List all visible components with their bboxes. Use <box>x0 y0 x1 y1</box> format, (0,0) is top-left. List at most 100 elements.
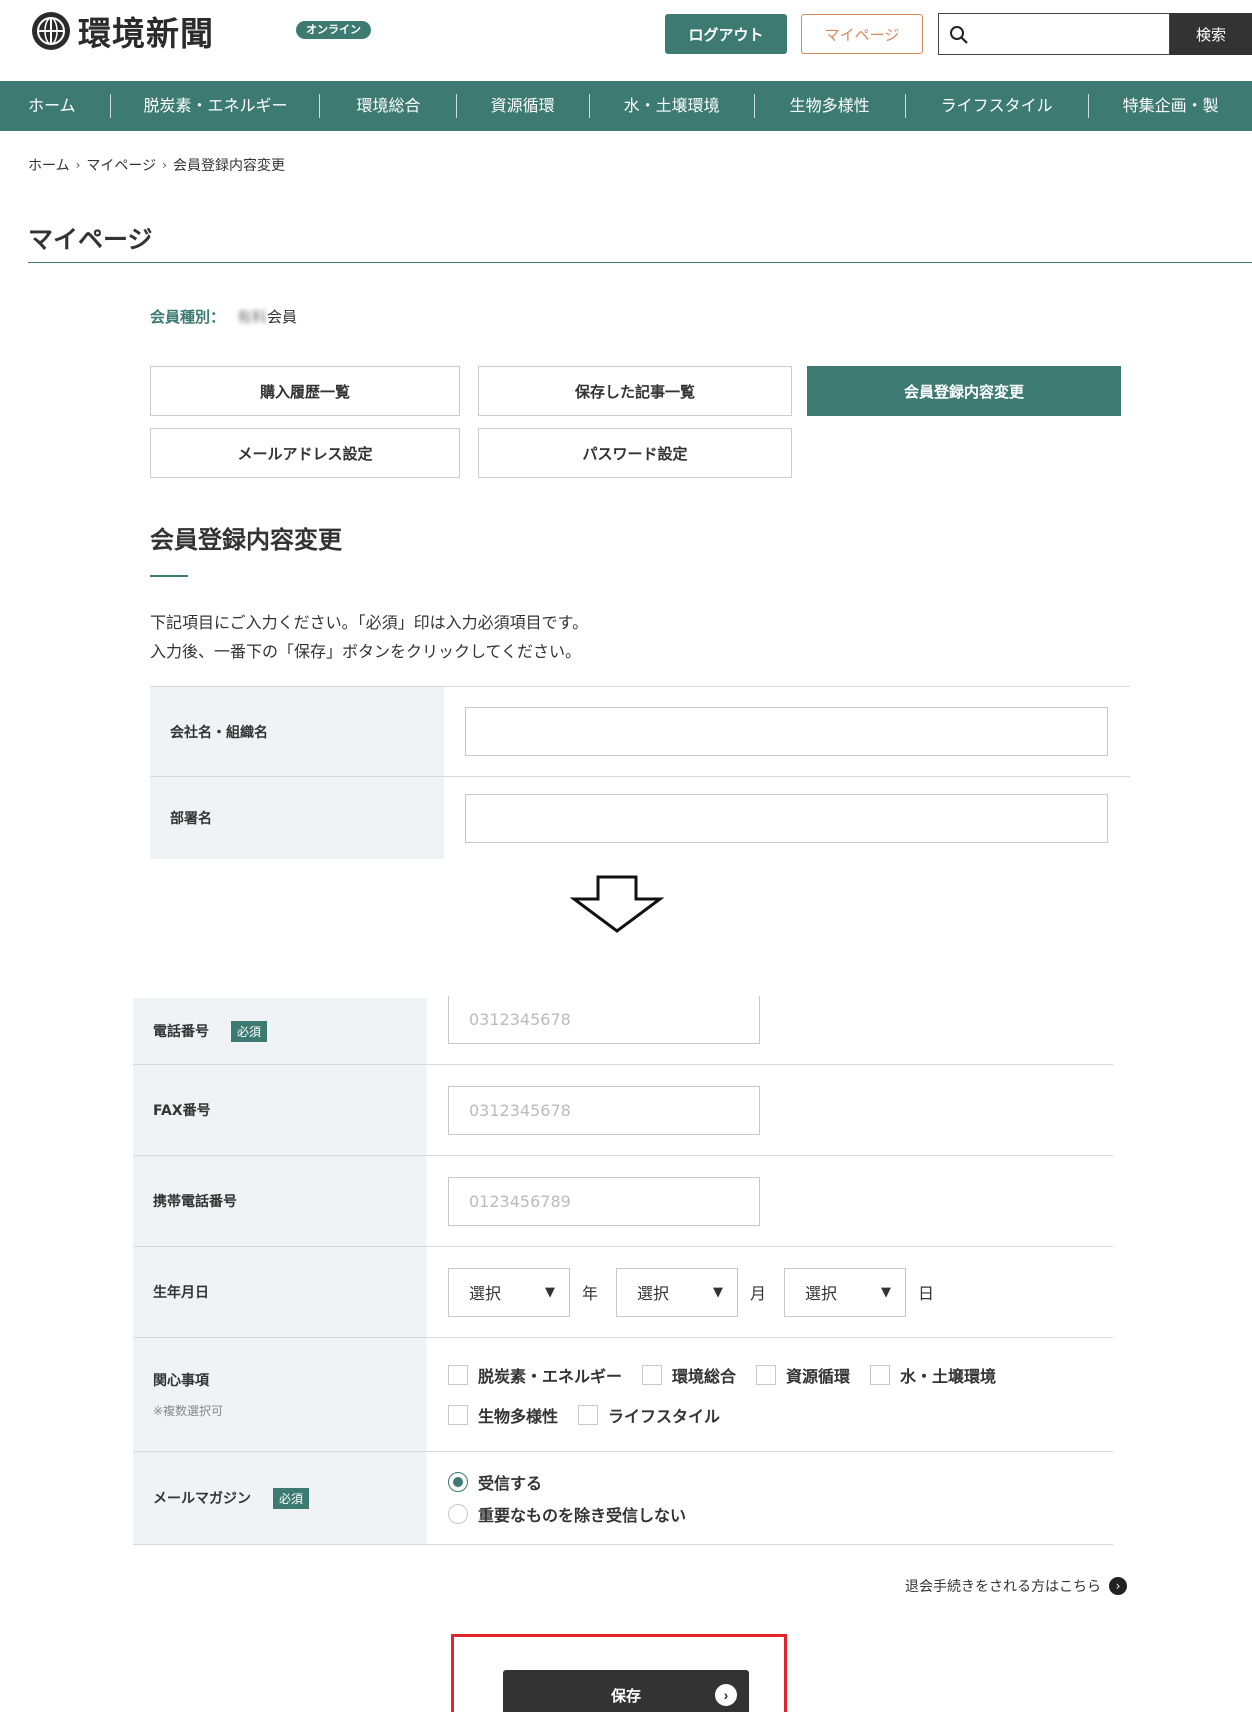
down-arrow-icon <box>570 875 664 933</box>
birth-year-value: 選択 <box>469 1284 502 1303</box>
tab-saved-articles[interactable]: 保存した記事一覧 <box>478 366 792 416</box>
fax-label: FAX番号 <box>153 1103 211 1119</box>
form-row-mobile: 携帯電話番号 0123456789 <box>133 1156 1113 1247</box>
nav-divider <box>1087 94 1089 118</box>
dropdown-arrow-icon: ▼ <box>881 1284 892 1300</box>
tab-profile-edit[interactable]: 会員登録内容変更 <box>807 366 1121 416</box>
checkbox[interactable] <box>756 1364 777 1385</box>
form-row-phone: 電話番号 必須 0312345678 <box>133 996 1113 1065</box>
site-logo[interactable]: 環境新聞 <box>30 10 214 53</box>
birth-day-select[interactable]: 選択 ▼ <box>784 1267 907 1317</box>
department-field[interactable] <box>465 793 1108 843</box>
interest-resources[interactable]: 資源循環 <box>756 1363 850 1387</box>
online-badge: オンライン <box>296 21 371 39</box>
nav-item-water-soil[interactable]: 水・土壌環境 <box>624 94 720 118</box>
form-row-department: 部署名 <box>150 777 1130 859</box>
interests-label: 関心事項 <box>153 1373 209 1389</box>
withdraw-link[interactable]: 退会手続きをされる方はこちら › <box>905 1576 1127 1596</box>
newsletter-option-minimal[interactable]: 重要なものを除き受信しない <box>448 1502 686 1526</box>
withdraw-text: 退会手続きをされる方はこちら <box>905 1579 1101 1595</box>
chevron-right-icon: › <box>162 158 167 172</box>
nav-item-resources[interactable]: 資源循環 <box>491 94 555 118</box>
member-type-value: 有料会員 <box>237 306 297 327</box>
globe-emblem-icon <box>32 12 70 50</box>
nav-item-biodiversity[interactable]: 生物多様性 <box>790 94 870 118</box>
breadcrumb-home[interactable]: ホーム <box>28 155 70 175</box>
department-label: 部署名 <box>150 777 444 859</box>
company-field[interactable] <box>465 707 1108 756</box>
required-badge: 必須 <box>231 1020 268 1042</box>
nav-item-lifestyle[interactable]: ライフスタイル <box>941 94 1053 118</box>
intro-text: 下記項目にご入力ください。「必須」印は入力必須項目です。 入力後、一番下の「保存… <box>150 608 588 666</box>
phone-label: 電話番号 <box>153 1024 209 1040</box>
checkbox[interactable] <box>870 1364 891 1385</box>
nav-item-environment[interactable]: 環境総合 <box>357 94 421 118</box>
company-label: 会社名・組織名 <box>150 687 444 776</box>
nav-divider <box>455 94 457 118</box>
nav-item-home[interactable]: ホーム <box>28 94 76 118</box>
intro-line-2: 入力後、一番下の「保存」ボタンをクリックしてください。 <box>150 642 582 661</box>
tab-purchase-history[interactable]: 購入履歴一覧 <box>150 366 460 416</box>
birthday-label: 生年月日 <box>153 1285 209 1301</box>
day-unit: 日 <box>918 1284 935 1303</box>
birth-year-select[interactable]: 選択 ▼ <box>448 1267 570 1317</box>
form-top: 会社名・組織名 部署名 <box>150 686 1130 859</box>
interest-water-soil[interactable]: 水・土壌環境 <box>870 1363 996 1387</box>
newsletter-option-receive[interactable]: 受信する <box>448 1470 686 1494</box>
newsletter-label: メールマガジン <box>153 1491 251 1507</box>
member-type-suffix: 会員 <box>267 308 298 326</box>
interest-lifestyle[interactable]: ライフスタイル <box>578 1403 720 1427</box>
section-title: 会員登録内容変更 <box>150 526 342 554</box>
nav-divider <box>318 94 320 118</box>
phone-field[interactable]: 0312345678 <box>448 996 760 1044</box>
newsletter-radios: 受信する 重要なものを除き受信しない <box>448 1470 686 1526</box>
mypage-button[interactable]: マイページ <box>801 14 923 54</box>
radio-selected[interactable] <box>448 1472 468 1492</box>
breadcrumb-current: 会員登録内容変更 <box>172 158 285 174</box>
checkbox[interactable] <box>448 1364 468 1385</box>
checkbox[interactable] <box>448 1404 468 1425</box>
radio-unselected[interactable] <box>448 1504 468 1524</box>
nav-item-decarbonization[interactable]: 脱炭素・エネルギー <box>144 94 288 118</box>
tab-email-settings[interactable]: メールアドレス設定 <box>150 428 460 478</box>
form-row-fax: FAX番号 0312345678 <box>133 1065 1113 1156</box>
save-label: 保存 <box>610 1688 641 1705</box>
member-type-label: 会員種別： <box>150 308 226 326</box>
intro-line-1: 下記項目にご入力ください。「必須」印は入力必須項目です。 <box>150 613 589 632</box>
interest-environment[interactable]: 環境総合 <box>642 1363 736 1387</box>
interests-checkboxes: 脱炭素・エネルギー 環境総合 資源循環 水・土壌環境 生物多様性 ライフスタイル <box>448 1363 1048 1427</box>
birth-month-value: 選択 <box>637 1284 670 1303</box>
save-button[interactable]: 保存 › <box>503 1670 749 1712</box>
mobile-label: 携帯電話番号 <box>153 1194 237 1210</box>
nav-item-features[interactable]: 特集企画・製 <box>1123 94 1219 118</box>
search-button[interactable]: 検索 <box>1170 13 1252 55</box>
checkbox[interactable] <box>578 1404 599 1425</box>
interests-note: ※複数選択可 <box>153 1404 224 1418</box>
dropdown-arrow-icon: ▼ <box>713 1284 724 1300</box>
search-input[interactable] <box>938 13 1170 55</box>
logout-button[interactable]: ログアウト <box>665 14 787 54</box>
nav-divider <box>753 94 755 118</box>
member-type: 会員種別： 有料会員 <box>150 306 297 327</box>
interest-biodiversity[interactable]: 生物多様性 <box>448 1403 558 1427</box>
required-badge: 必須 <box>273 1487 310 1509</box>
interest-decarbonization[interactable]: 脱炭素・エネルギー <box>448 1363 622 1387</box>
mobile-field[interactable]: 0123456789 <box>448 1176 760 1226</box>
title-divider <box>28 262 1252 263</box>
page-title: マイページ <box>28 225 153 254</box>
nav-divider <box>588 94 590 118</box>
breadcrumb: ホーム › マイページ › 会員登録内容変更 <box>28 155 285 175</box>
dropdown-arrow-icon: ▼ <box>545 1284 555 1300</box>
form-row-interests: 関心事項 ※複数選択可 脱炭素・エネルギー 環境総合 資源循環 水・土壌環境 生… <box>133 1338 1113 1452</box>
month-unit: 月 <box>750 1284 767 1303</box>
form-row-company: 会社名・組織名 <box>150 687 1130 777</box>
breadcrumb-mypage[interactable]: マイページ <box>86 155 156 175</box>
birth-month-select[interactable]: 選択 ▼ <box>616 1267 739 1317</box>
year-unit: 年 <box>582 1284 599 1303</box>
nav-divider <box>109 94 111 118</box>
tab-password-settings[interactable]: パスワード設定 <box>478 428 792 478</box>
checkbox[interactable] <box>642 1364 663 1385</box>
arrow-right-circle-icon: › <box>715 1684 737 1706</box>
fax-field[interactable]: 0312345678 <box>448 1085 760 1135</box>
main-nav: ホーム 脱炭素・エネルギー 環境総合 資源循環 水・土壌環境 生物多様性 ライフ… <box>0 81 1252 131</box>
